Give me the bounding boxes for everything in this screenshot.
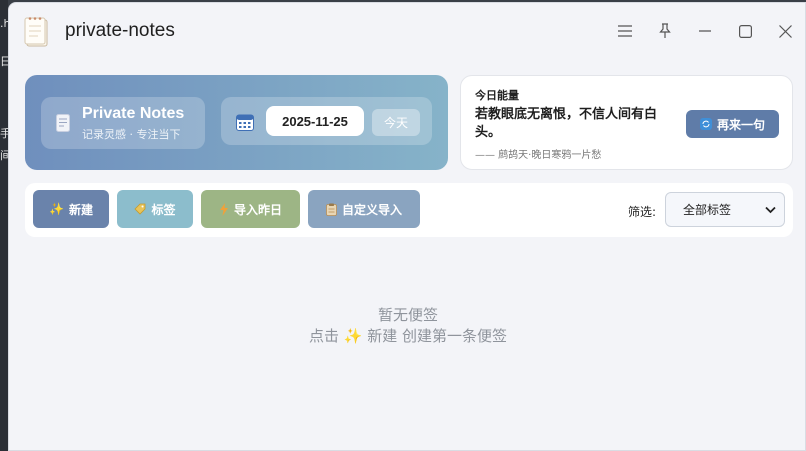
today-button[interactable]: 今天	[372, 109, 420, 136]
import-yesterday-button[interactable]: 导入昨日	[201, 190, 300, 228]
lightning-icon	[219, 202, 228, 216]
close-icon	[778, 24, 792, 38]
minimize-button[interactable]	[685, 17, 725, 45]
minimize-icon	[699, 30, 711, 32]
toolbar: ✨ 新建 标签 导入昨日 自定义导入 筛选: 全部标签	[25, 183, 793, 237]
sparkles-icon: ✨	[49, 202, 64, 216]
header-banner: Private Notes 记录灵感 · 专注当下 今天	[25, 75, 448, 170]
next-quote-label: 再来一句	[716, 117, 765, 132]
empty-state-title: 暂无便签	[377, 306, 438, 324]
date-input[interactable]	[266, 106, 364, 136]
notepad-icon	[24, 17, 48, 47]
daily-quote-card: 今日能量 若教眼底无离恨，不信人间有白头。 —— 鹧鸪天·晚日寒鸦一片愁 再来一…	[460, 75, 793, 170]
refresh-icon	[699, 118, 712, 130]
brand-subtitle: 记录灵感 · 专注当下	[82, 128, 181, 141]
tags-label: 标签	[151, 202, 176, 217]
quote-source: —— 鹧鸪天·晚日寒鸦一片愁	[475, 150, 602, 161]
calendar-icon	[236, 114, 254, 131]
filter-label: 筛选:	[628, 205, 657, 219]
app-title: private-notes	[65, 20, 175, 41]
quote-text: 若教眼底无离恨，不信人间有白头。	[475, 107, 658, 140]
menu-button[interactable]	[605, 17, 645, 45]
quote-label: 今日能量	[475, 89, 519, 102]
pin-icon	[659, 23, 671, 38]
maximize-button[interactable]	[725, 17, 765, 45]
hamburger-icon	[618, 25, 632, 37]
close-button[interactable]	[765, 17, 805, 45]
new-note-label: 新建	[68, 202, 93, 217]
chevron-down-icon	[765, 206, 776, 214]
import-yesterday-label: 导入昨日	[233, 202, 282, 217]
tag-icon	[134, 203, 146, 215]
desktop-background: .h 日 手 间	[0, 0, 11, 451]
custom-import-label: 自定义导入	[341, 202, 402, 217]
pin-button[interactable]	[645, 17, 685, 45]
new-note-button[interactable]: ✨ 新建	[33, 190, 109, 228]
tag-filter-value: 全部标签	[683, 203, 732, 217]
maximize-icon	[738, 24, 752, 38]
brand-title: Private Notes	[82, 105, 185, 122]
custom-import-button[interactable]: 自定义导入	[308, 190, 420, 228]
app-window: private-notes Private Notes 记录灵感 · 专注当下 …	[8, 2, 806, 451]
window-controls	[605, 17, 805, 45]
note-icon	[56, 114, 70, 132]
empty-state-hint: 点击 ✨ 新建 创建第一条便签	[309, 327, 507, 345]
title-bar[interactable]: private-notes	[9, 3, 805, 59]
clipboard-icon	[326, 203, 337, 216]
brand-card: Private Notes 记录灵感 · 专注当下	[41, 97, 205, 149]
tag-filter-select[interactable]: 全部标签	[665, 192, 785, 227]
next-quote-button[interactable]: 再来一句	[686, 110, 779, 138]
tags-button[interactable]: 标签	[117, 190, 193, 228]
date-picker-card: 今天	[221, 97, 432, 145]
